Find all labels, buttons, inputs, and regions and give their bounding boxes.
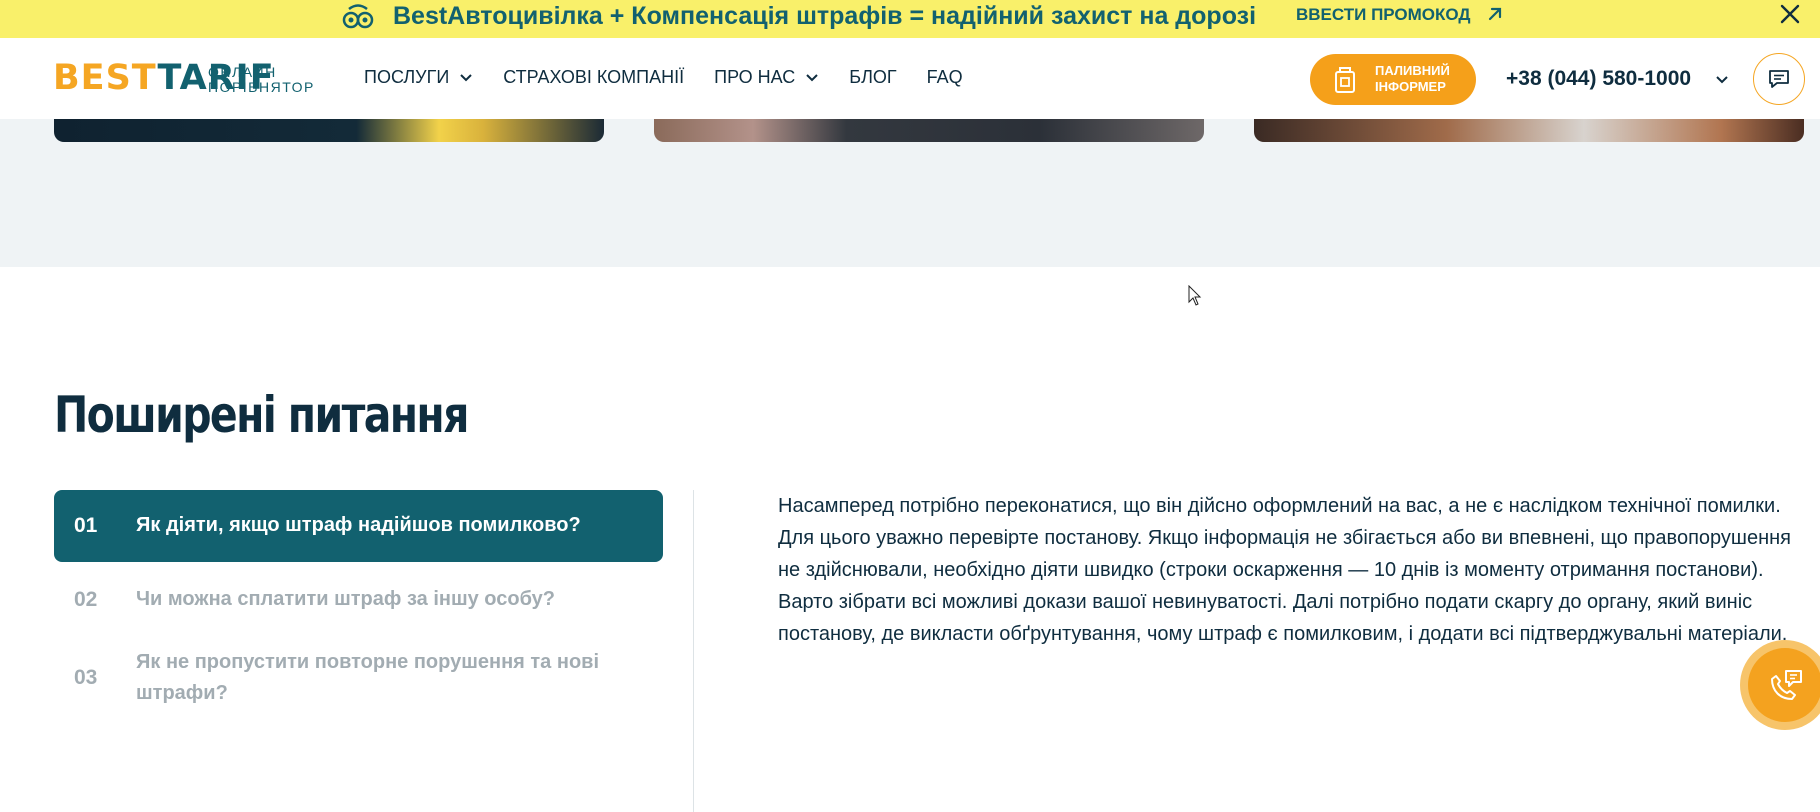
faq-question-item[interactable]: 02 Чи можна сплатити штраф за іншу особу… bbox=[54, 582, 663, 616]
article-card-image[interactable] bbox=[1254, 119, 1804, 142]
chevron-down-icon[interactable] bbox=[1715, 72, 1729, 86]
fuel-canister-icon bbox=[1335, 67, 1355, 93]
faq-question-item[interactable]: 01 Як діяти, якщо штраф надійшов помилко… bbox=[54, 490, 663, 562]
main-nav: ПОСЛУГИ СТРАХОВІ КОМПАНІЇ ПРО НАС БЛОГ F… bbox=[364, 64, 993, 90]
chevron-down-icon bbox=[806, 74, 819, 82]
nav-item-blog[interactable]: БЛОГ bbox=[849, 67, 896, 88]
site-header: BESTTARIF ОНЛАЙН ПОРІВНЯТОР ПОСЛУГИ СТРА… bbox=[0, 38, 1820, 120]
nav-item-insurance-companies[interactable]: СТРАХОВІ КОМПАНІЇ bbox=[503, 67, 684, 88]
close-icon[interactable] bbox=[1778, 2, 1802, 26]
article-card-image[interactable] bbox=[54, 119, 604, 142]
promo-code-link[interactable]: ВВЕСТИ ПРОМОКОД bbox=[1296, 4, 1471, 26]
promo-banner: BestАвтоцивілка + Компенсація штрафів = … bbox=[0, 0, 1820, 38]
promo-text: BestАвтоцивілка + Компенсація штрафів = … bbox=[393, 2, 1257, 30]
fuel-label-line-1: ПАЛИВНИЙ bbox=[1375, 63, 1450, 78]
faq-question-text: Чи можна сплатити штраф за іншу особу? bbox=[136, 588, 556, 610]
article-card-image[interactable] bbox=[654, 119, 1204, 142]
mouse-cursor-icon bbox=[1188, 285, 1202, 306]
faq-question-number: 01 bbox=[74, 514, 98, 537]
faq-section-title: Поширені питання bbox=[54, 386, 469, 444]
callback-button[interactable] bbox=[1740, 640, 1820, 730]
chat-bubble-icon bbox=[1769, 70, 1789, 88]
arrow-up-right-icon[interactable] bbox=[1486, 5, 1504, 23]
faq-question-number: 03 bbox=[74, 666, 98, 689]
faq-divider bbox=[693, 490, 694, 812]
fuel-informer-button[interactable]: ПАЛИВНИЙ ІНФОРМЕР bbox=[1310, 54, 1476, 105]
nav-item-services[interactable]: ПОСЛУГИ bbox=[364, 67, 473, 88]
faq-question-number: 02 bbox=[74, 588, 98, 611]
faq-question-item[interactable]: 03 Як не пропустити повторне порушення т… bbox=[54, 645, 663, 711]
nav-item-faq[interactable]: FAQ bbox=[927, 67, 963, 88]
phone-number[interactable]: +38 (044) 580-1000 bbox=[1506, 66, 1691, 92]
fuel-label-line-2: ІНФОРМЕР bbox=[1375, 79, 1446, 94]
logo-best: BEST bbox=[53, 58, 158, 98]
chat-button[interactable] bbox=[1753, 53, 1805, 105]
glasses-mascot-icon bbox=[342, 4, 374, 29]
faq-question-text: Як не пропустити повторне порушення та н… bbox=[136, 651, 600, 704]
chevron-down-icon bbox=[460, 74, 472, 82]
faq-question-text: Як діяти, якщо штраф надійшов помилково? bbox=[136, 514, 581, 536]
logo-sub-line-1: ОНЛАЙН bbox=[208, 64, 277, 80]
nav-item-about[interactable]: ПРО НАС bbox=[714, 67, 819, 88]
logo-sub-line-2: ПОРІВНЯТОР bbox=[208, 79, 315, 95]
faq-answer-text: Насамперед потрібно переконатися, що він… bbox=[778, 495, 1792, 645]
phone-chat-icon bbox=[1771, 670, 1802, 700]
